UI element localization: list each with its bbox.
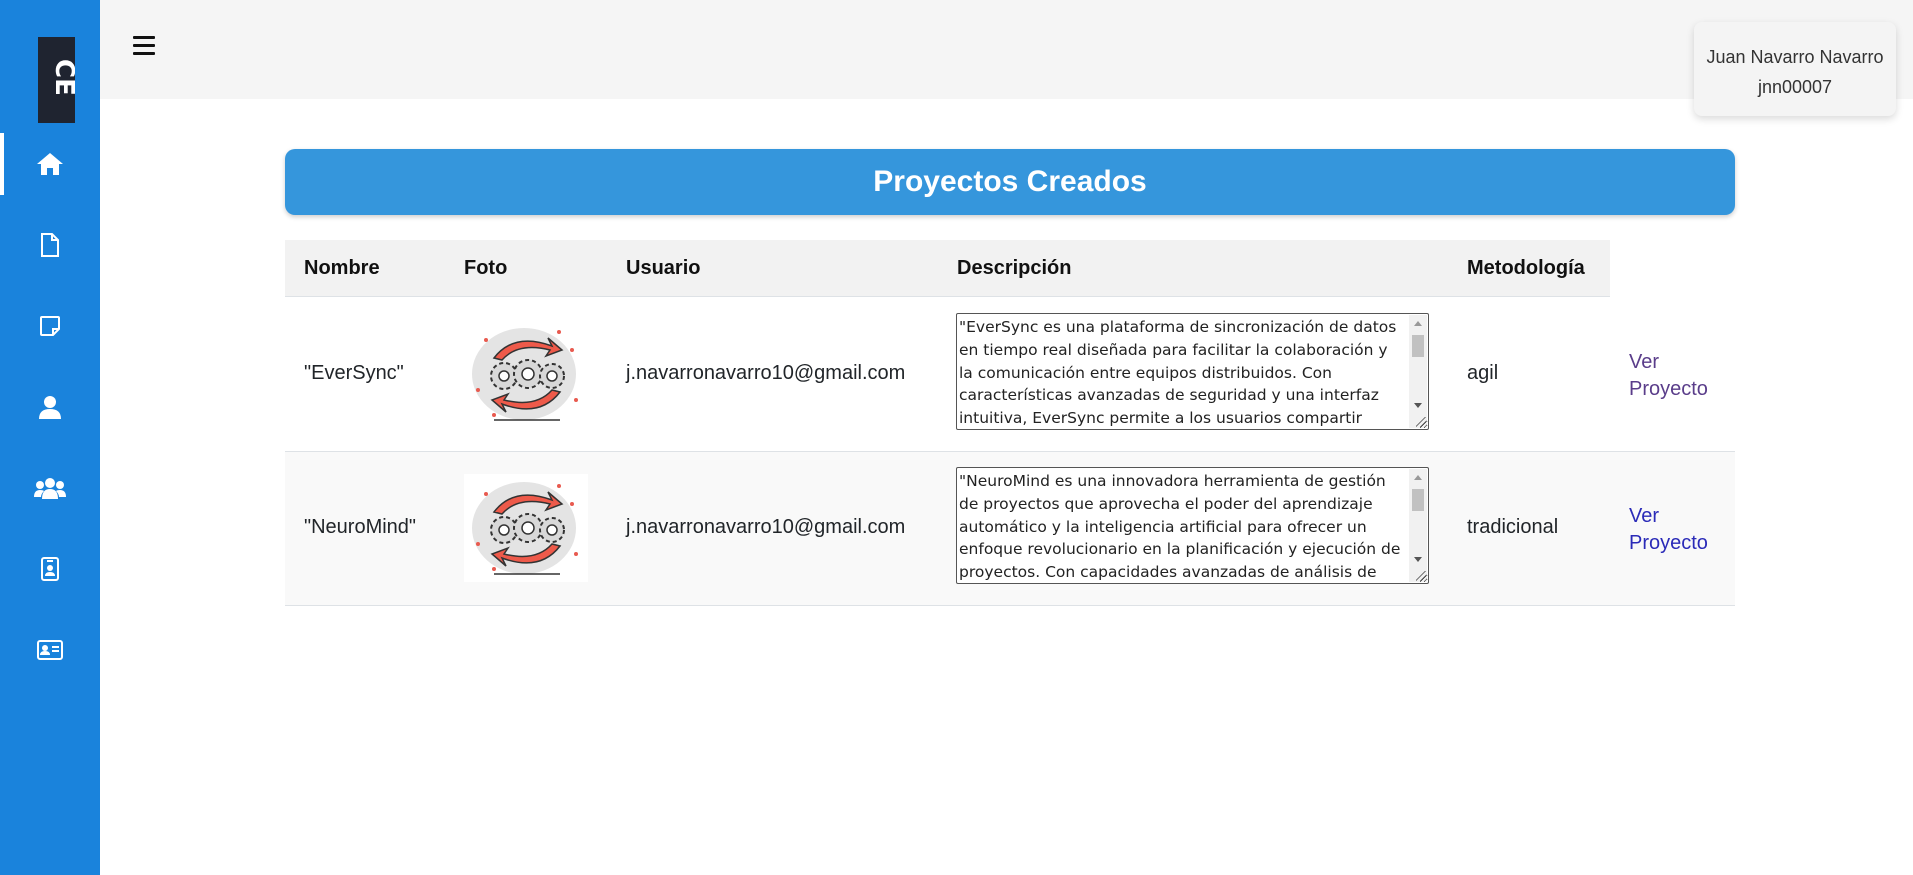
table-row: "EverSync" j.navarronavarro10@gmail.com …: [285, 298, 1735, 452]
project-description-text: "EverSync es una plataforma de sincroniz…: [959, 318, 1397, 428]
column-header-usuario: Usuario: [626, 257, 701, 279]
ver-proyecto-link[interactable]: Ver Proyecto: [1629, 503, 1729, 557]
scrollbar[interactable]: [1409, 315, 1427, 428]
column-header-nombre: Nombre: [304, 257, 380, 279]
page-title-banner: Proyectos Creados: [285, 149, 1735, 215]
sidebar-item-groups[interactable]: [0, 457, 100, 519]
hamburger-icon[interactable]: [133, 36, 155, 56]
group-icon: [34, 478, 66, 499]
column-header-foto: Foto: [464, 257, 508, 279]
scrollbar[interactable]: [1409, 469, 1427, 582]
badge-icon: [41, 557, 59, 581]
project-description-textarea[interactable]: "NeuroMind es una innovadora herramienta…: [956, 467, 1429, 584]
sidebar-item-home[interactable]: [0, 133, 100, 195]
page-title: Proyectos Creados: [873, 165, 1147, 198]
project-photo: [464, 474, 588, 582]
sync-gears-icon: [472, 328, 578, 421]
table-row: "NeuroMind" j.navarronavarro10@gmail.com…: [285, 452, 1735, 606]
project-user-email: j.navarronavarro10@gmail.com: [626, 362, 906, 384]
user-card[interactable]: Juan Navarro Navarro jnn00007: [1694, 22, 1896, 116]
table-header: Nombre Foto Usuario Descripción Metodolo…: [285, 240, 1610, 297]
sidebar-item-profile[interactable]: [0, 376, 100, 438]
project-user-email: j.navarronavarro10@gmail.com: [626, 516, 906, 538]
project-description-textarea[interactable]: "EverSync es una plataforma de sincroniz…: [956, 313, 1429, 430]
note-icon: [40, 316, 60, 336]
user-username: jnn00007: [1757, 77, 1833, 97]
project-methodology: tradicional: [1467, 516, 1559, 538]
sync-gears-icon: [472, 482, 578, 575]
app-logo[interactable]: CE: [38, 37, 75, 123]
user-name: Juan Navarro Navarro: [1706, 47, 1884, 67]
project-photo: [464, 320, 588, 428]
resize-handle-icon[interactable]: [1416, 571, 1426, 581]
ver-proyecto-link[interactable]: Ver Proyecto: [1629, 349, 1729, 403]
home-icon: [37, 153, 63, 175]
sidebar-item-documents[interactable]: [0, 214, 100, 276]
project-name: "NeuroMind": [304, 516, 417, 538]
project-name: "EverSync": [304, 362, 404, 384]
file-icon: [41, 233, 59, 257]
column-header-descripcion: Descripción: [957, 257, 1072, 279]
logo-text: CE: [49, 59, 75, 96]
column-header-metodologia: Metodología: [1467, 257, 1585, 279]
user-icon: [39, 396, 61, 419]
sidebar-item-badge[interactable]: [0, 538, 100, 600]
project-description-text: "NeuroMind es una innovadora herramienta…: [959, 472, 1401, 582]
sidebar-item-id-card[interactable]: [0, 619, 100, 681]
project-methodology: agil: [1467, 362, 1499, 384]
top-bar: [100, 0, 1913, 99]
resize-handle-icon[interactable]: [1416, 417, 1426, 427]
id-card-icon: [37, 640, 63, 660]
sidebar: CE: [0, 0, 100, 875]
sidebar-item-notes[interactable]: [0, 295, 100, 357]
